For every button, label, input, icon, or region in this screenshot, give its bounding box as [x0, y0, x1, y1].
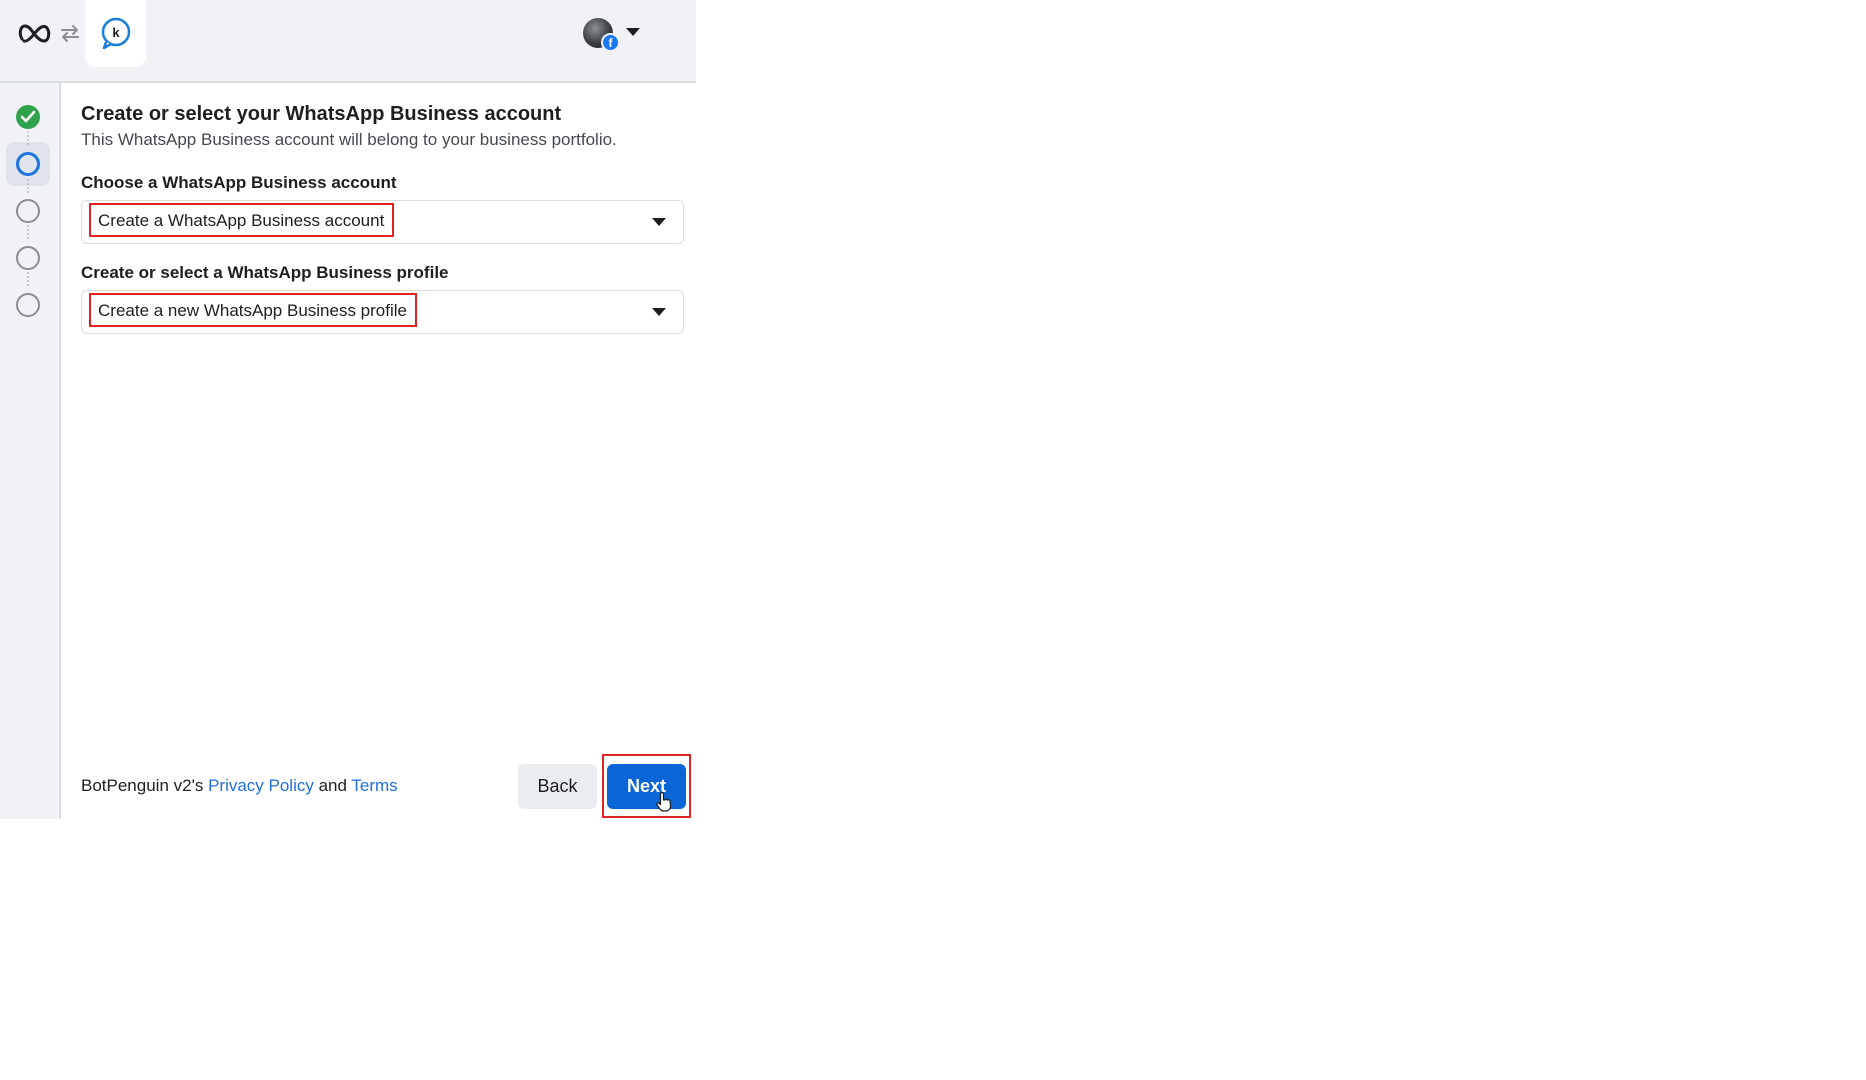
legal-footer: BotPenguin v2's Privacy Policy and Terms — [81, 776, 398, 796]
dialog-header: k f — [0, 0, 696, 83]
profile-select-value: Create a new WhatsApp Business profile — [89, 293, 417, 327]
chevron-down-icon — [652, 308, 666, 316]
privacy-policy-link[interactable]: Privacy Policy — [208, 776, 314, 795]
terms-link[interactable]: Terms — [351, 776, 397, 795]
page-title: Create or select your WhatsApp Business … — [81, 103, 562, 125]
account-select-value: Create a WhatsApp Business account — [89, 203, 395, 237]
step-2-current-icon — [16, 152, 40, 176]
whatsapp-account-select[interactable]: Create a WhatsApp Business account — [81, 200, 684, 244]
step-connector — [27, 179, 31, 193]
step-3-icon — [16, 199, 40, 223]
profile-field-label: Create or select a WhatsApp Business pro… — [81, 263, 449, 282]
account-menu-caret-icon[interactable] — [626, 28, 640, 36]
step-1-complete-icon — [16, 105, 40, 129]
footer-prefix: BotPenguin v2's — [81, 776, 209, 795]
app-icon-tile: k — [85, 0, 146, 67]
hand-cursor-icon — [656, 792, 672, 812]
footer-and: and — [313, 776, 352, 795]
account-field-label: Choose a WhatsApp Business account — [81, 173, 397, 192]
step-connector — [27, 131, 31, 145]
whatsapp-profile-select[interactable]: Create a new WhatsApp Business profile — [81, 290, 684, 334]
step-content: Create or select your WhatsApp Business … — [81, 100, 685, 152]
chevron-down-icon — [652, 218, 666, 226]
embedded-signup-dialog: k f Create or select your WhatsApp Busin… — [0, 0, 696, 819]
step-connector — [27, 225, 31, 239]
step-4-icon — [16, 246, 40, 270]
page-subtitle: This WhatsApp Business account will belo… — [81, 130, 617, 149]
swap-arrows-icon — [61, 25, 79, 42]
next-button[interactable]: Next — [607, 764, 686, 809]
facebook-badge-icon: f — [601, 33, 620, 52]
step-connector — [27, 272, 31, 286]
svg-text:k: k — [112, 25, 120, 40]
back-button[interactable]: Back — [518, 764, 597, 809]
botpenguin-chat-icon: k — [101, 17, 131, 50]
step-5-icon — [16, 293, 40, 317]
meta-logo-icon — [18, 24, 51, 43]
progress-stepper — [0, 83, 61, 819]
